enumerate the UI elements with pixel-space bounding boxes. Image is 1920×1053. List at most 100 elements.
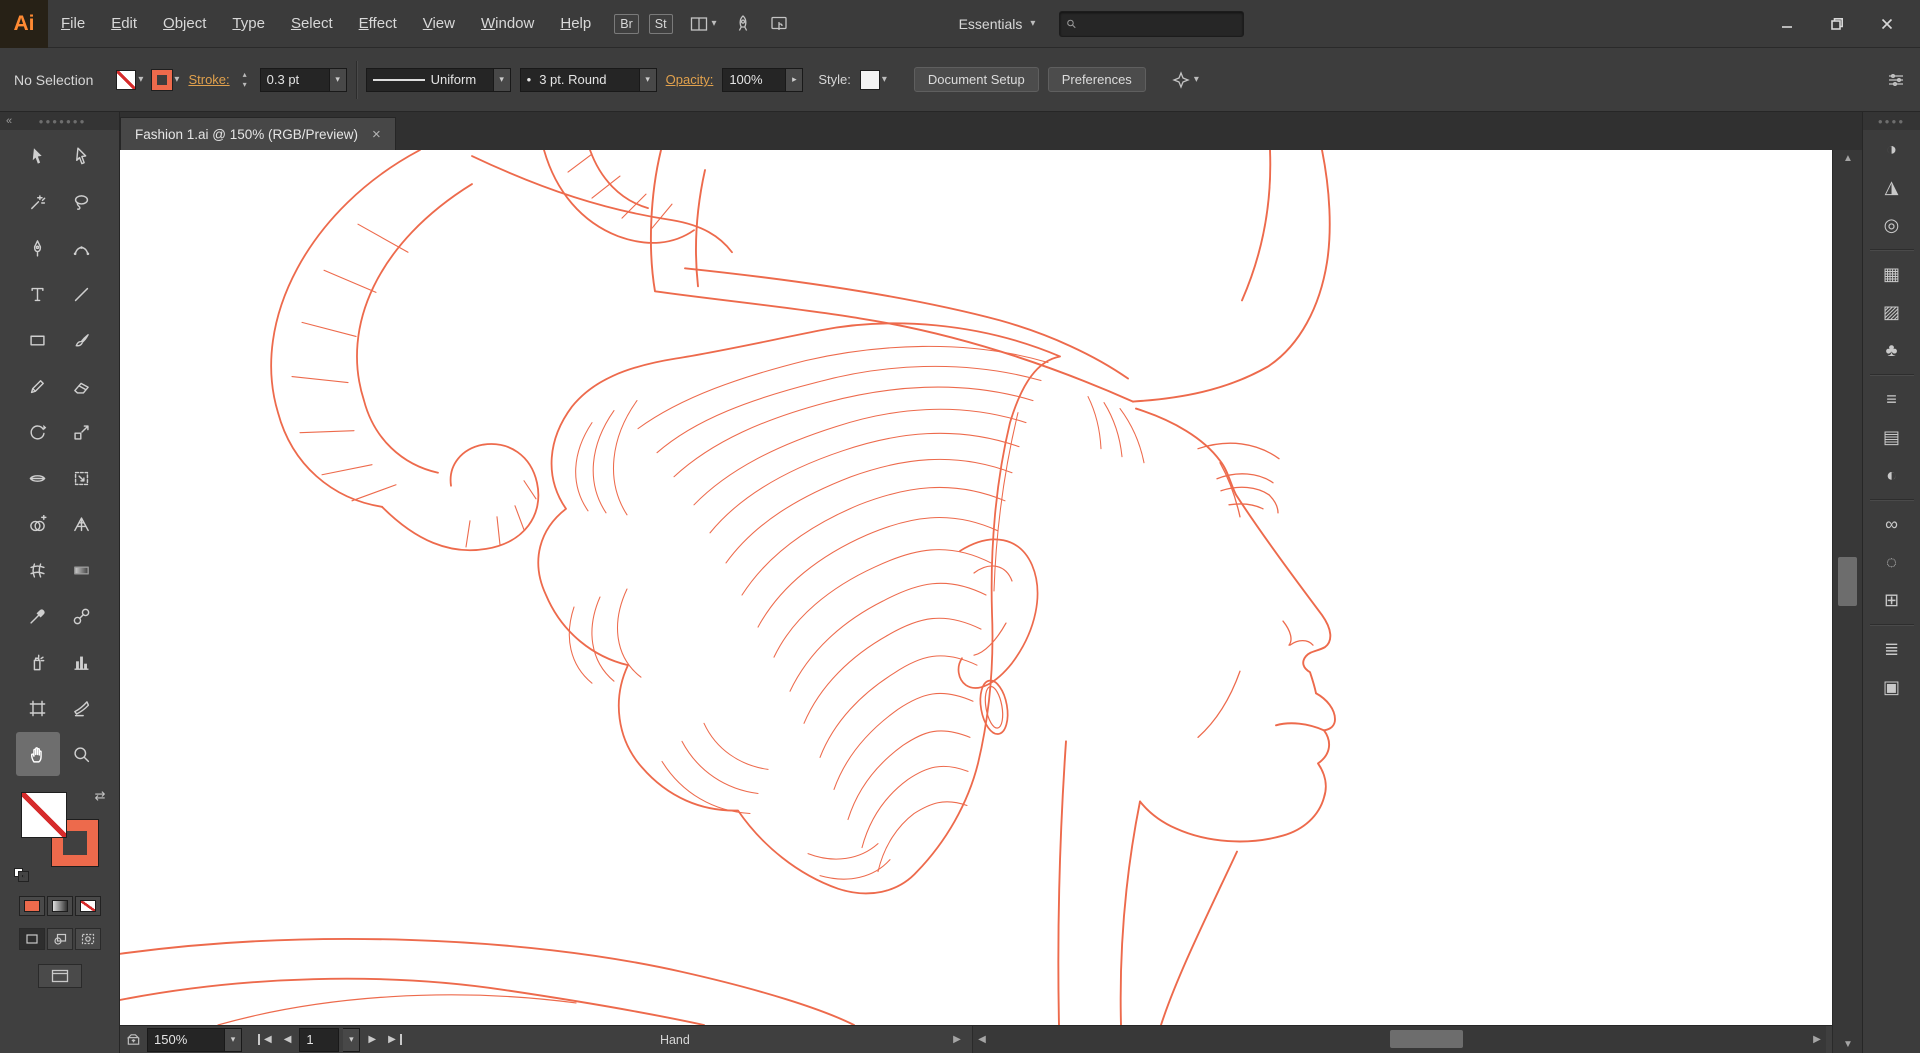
perspective-grid-tool[interactable] bbox=[60, 502, 104, 546]
pen-tool[interactable] bbox=[16, 226, 60, 270]
menu-file[interactable]: File bbox=[48, 0, 98, 47]
scroll-left-icon[interactable]: ◀ bbox=[973, 1034, 991, 1045]
first-artboard-icon[interactable]: ◀ bbox=[258, 1034, 276, 1045]
blend-tool[interactable] bbox=[60, 594, 104, 638]
stroke-icon[interactable]: ≡ bbox=[1872, 380, 1912, 418]
menu-effect[interactable]: Effect bbox=[346, 0, 410, 47]
gpu-performance-button[interactable] bbox=[733, 14, 753, 34]
toolbar-grip[interactable]: ●●●●●●● bbox=[12, 117, 113, 126]
type-tool[interactable] bbox=[16, 272, 60, 316]
brush-value[interactable]: • 3 pt. Round bbox=[519, 67, 640, 92]
free-transform-tool[interactable] bbox=[60, 456, 104, 500]
color-guide-icon[interactable]: ◮ bbox=[1872, 168, 1912, 206]
default-fill-stroke-icon[interactable] bbox=[13, 868, 30, 882]
swatches-icon[interactable]: ▦ bbox=[1872, 255, 1912, 293]
slice-tool[interactable] bbox=[60, 686, 104, 730]
menu-window[interactable]: Window bbox=[468, 0, 547, 47]
zoom-tool[interactable] bbox=[60, 732, 104, 776]
next-artboard-icon[interactable]: ▶ bbox=[364, 1034, 380, 1045]
brush-dropdown[interactable]: ▾ bbox=[639, 67, 657, 92]
scroll-right-icon[interactable]: ▶ bbox=[1808, 1034, 1826, 1045]
last-artboard-icon[interactable]: ▶ bbox=[384, 1034, 402, 1045]
restore-button[interactable] bbox=[1812, 7, 1862, 41]
mesh-tool[interactable] bbox=[16, 548, 60, 592]
paintbrush-tool[interactable] bbox=[60, 318, 104, 362]
stroke-panel-link[interactable]: Stroke: bbox=[188, 72, 229, 87]
previous-artboard-icon[interactable]: ◀ bbox=[280, 1034, 296, 1045]
workspace-switcher[interactable]: Essentials ▾ bbox=[959, 16, 1036, 32]
search-input[interactable] bbox=[1082, 16, 1238, 31]
line-segment-tool[interactable] bbox=[60, 272, 104, 316]
document-setup-button[interactable]: Document Setup bbox=[913, 67, 1039, 92]
screen-mode-button[interactable] bbox=[37, 964, 82, 988]
transform-icon[interactable]: ⊞ bbox=[1872, 581, 1912, 619]
menu-help[interactable]: Help bbox=[547, 0, 604, 47]
scale-tool[interactable] bbox=[60, 410, 104, 454]
menu-type[interactable]: Type bbox=[219, 0, 278, 47]
close-button[interactable] bbox=[1862, 7, 1912, 41]
opacity-dropdown[interactable]: ▸ bbox=[786, 67, 804, 92]
gradient-button[interactable] bbox=[46, 896, 73, 916]
fill-color-combo[interactable]: ▾ bbox=[116, 69, 143, 90]
stroke-weight-stepper[interactable]: ▴ ▾ bbox=[239, 70, 251, 90]
artboards-icon[interactable]: ▣ bbox=[1872, 668, 1912, 706]
panel-dock-grip[interactable]: ●●●● bbox=[1869, 117, 1914, 126]
libraries-icon[interactable]: ∞ bbox=[1872, 505, 1912, 543]
artboard-number-input[interactable] bbox=[306, 1032, 333, 1047]
artboard-tool[interactable] bbox=[16, 686, 60, 730]
artboard-canvas[interactable] bbox=[120, 150, 1832, 1025]
menu-edit[interactable]: Edit bbox=[98, 0, 150, 47]
selection-tool[interactable] bbox=[16, 134, 60, 178]
gradient-icon[interactable]: ▤ bbox=[1872, 418, 1912, 456]
color-button[interactable] bbox=[18, 896, 45, 916]
appearance-icon[interactable]: ◌ bbox=[1872, 543, 1912, 581]
shape-builder-tool[interactable] bbox=[16, 502, 60, 546]
layers-icon[interactable]: ≣ bbox=[1872, 630, 1912, 668]
style-combo[interactable]: ▾ bbox=[859, 69, 887, 90]
recolor-artwork-icon[interactable]: ◎ bbox=[1872, 206, 1912, 244]
minimize-button[interactable] bbox=[1762, 7, 1812, 41]
column-graph-tool[interactable] bbox=[60, 640, 104, 684]
eraser-tool[interactable] bbox=[60, 364, 104, 408]
curvature-tool[interactable] bbox=[60, 226, 104, 270]
stroke-weight-dropdown[interactable]: ▾ bbox=[329, 67, 347, 92]
swap-fill-stroke-icon[interactable]: ⇄ bbox=[95, 788, 106, 804]
eyedropper-tool[interactable] bbox=[16, 594, 60, 638]
symbols-icon[interactable]: ♣ bbox=[1872, 331, 1912, 369]
direct-selection-tool[interactable] bbox=[60, 134, 104, 178]
color-icon[interactable]: ◑ bbox=[1872, 130, 1912, 168]
draw-behind-icon[interactable] bbox=[46, 928, 73, 950]
brushes-icon[interactable]: ▨ bbox=[1872, 293, 1912, 331]
horizontal-scrollbar[interactable]: ◀ ▶ bbox=[972, 1026, 1826, 1053]
tab-close-icon[interactable]: × bbox=[372, 126, 381, 143]
width-tool[interactable] bbox=[16, 456, 60, 500]
none-button[interactable] bbox=[74, 896, 101, 916]
status-flyout-icon[interactable]: ▶ bbox=[948, 1034, 966, 1045]
preferences-button[interactable]: Preferences bbox=[1047, 67, 1146, 92]
artboard-dropdown[interactable]: ▾ bbox=[343, 1027, 361, 1052]
opacity-panel-link[interactable]: Opacity: bbox=[666, 72, 714, 87]
zoom-input[interactable] bbox=[154, 1032, 218, 1047]
stroke-color-combo[interactable]: ▾ bbox=[151, 68, 179, 91]
stock-button[interactable]: St bbox=[648, 13, 673, 34]
vertical-scrollbar[interactable]: ▲ ▼ bbox=[1832, 150, 1862, 1053]
symbol-sprayer-tool[interactable] bbox=[16, 640, 60, 684]
hand-tool[interactable] bbox=[15, 732, 60, 776]
width-profile-value[interactable]: Uniform bbox=[365, 67, 494, 92]
vertical-scrollbar-thumb[interactable] bbox=[1838, 557, 1857, 606]
search-box[interactable] bbox=[1059, 10, 1245, 37]
touch-workspace-button[interactable] bbox=[769, 14, 789, 34]
zoom-dropdown[interactable]: ▾ bbox=[225, 1027, 242, 1052]
arrange-documents-button[interactable]: ▾ bbox=[689, 14, 717, 34]
menu-object[interactable]: Object bbox=[150, 0, 219, 47]
transparency-icon[interactable]: ◐ bbox=[1872, 456, 1912, 494]
rotate-tool[interactable] bbox=[16, 410, 60, 454]
bridge-button[interactable]: Br bbox=[614, 13, 639, 34]
menu-view[interactable]: View bbox=[410, 0, 468, 47]
pencil-tool[interactable] bbox=[16, 364, 60, 408]
gradient-tool[interactable] bbox=[60, 548, 104, 592]
fill-swatch-none[interactable] bbox=[20, 792, 67, 838]
width-profile-dropdown[interactable]: ▾ bbox=[493, 67, 511, 92]
menu-select[interactable]: Select bbox=[278, 0, 346, 47]
draw-normal-icon[interactable] bbox=[18, 928, 45, 950]
